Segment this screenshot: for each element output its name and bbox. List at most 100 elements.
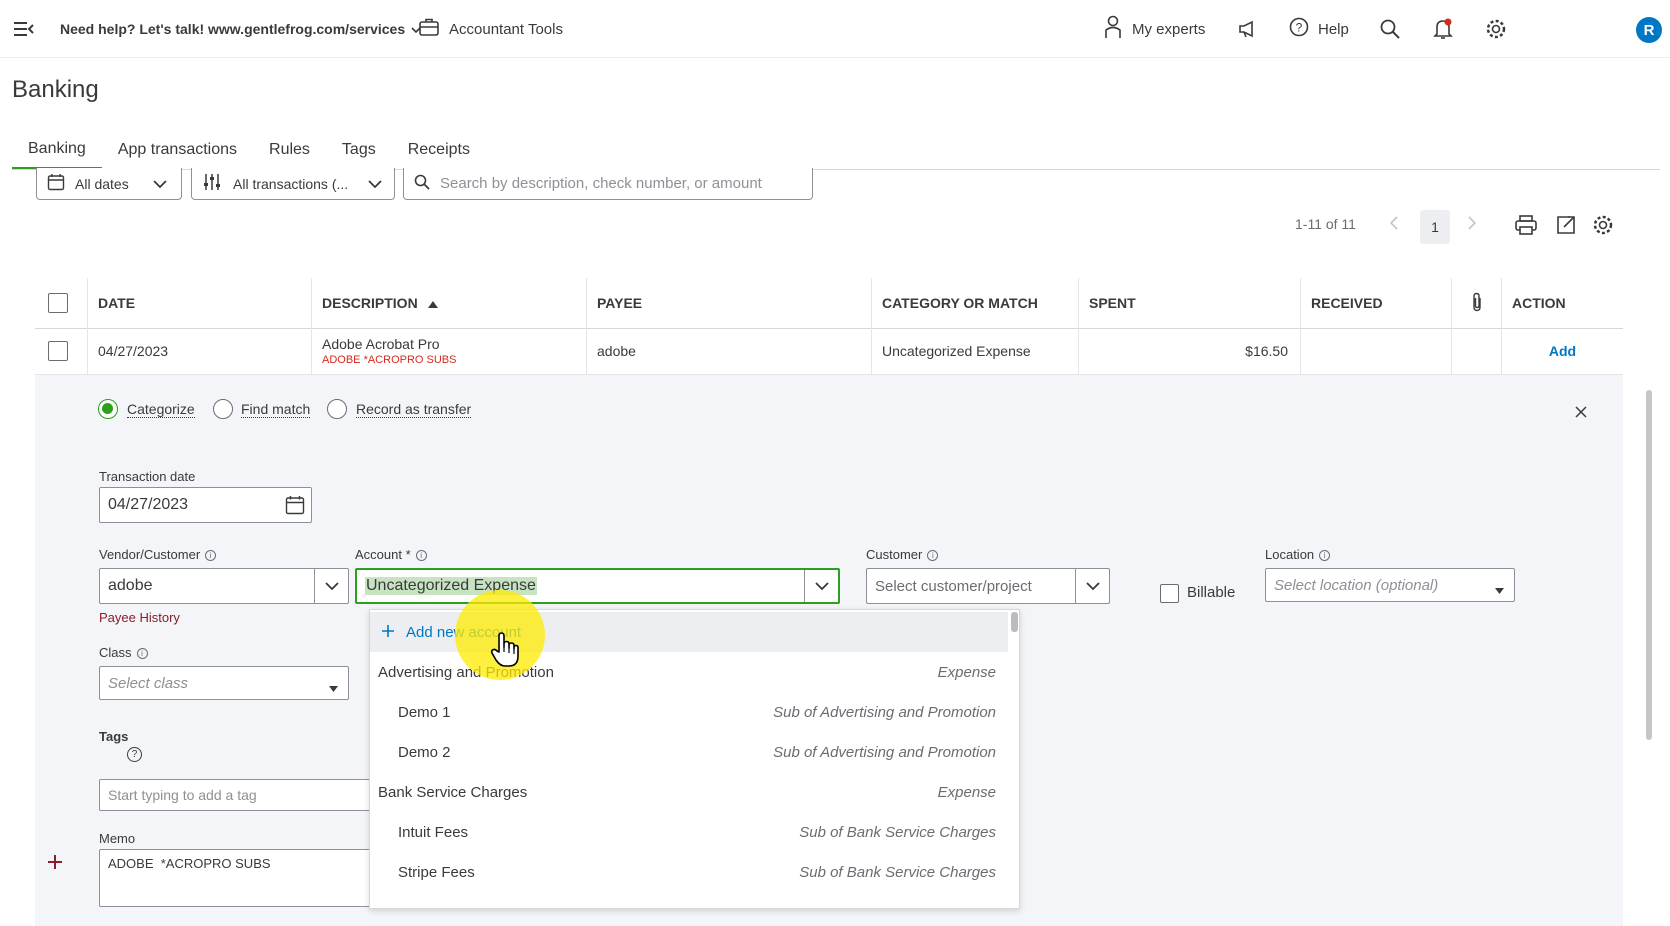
select-all-checkbox[interactable]	[48, 293, 68, 313]
info-icon[interactable]: i	[927, 550, 939, 562]
record-as-transfer-label[interactable]: Record as transfer	[356, 401, 472, 418]
select-all-cell	[35, 278, 87, 328]
transaction-filter-dropdown[interactable]: All transactions (...	[191, 168, 395, 200]
location-select[interactable]: Select location (optional)	[1265, 568, 1515, 602]
next-page-icon[interactable]	[1468, 216, 1477, 235]
tags-input[interactable]: Start typing to add a tag	[99, 779, 409, 811]
record-as-transfer-radio[interactable]	[327, 399, 347, 419]
column-header-date[interactable]: DATE	[87, 278, 311, 328]
previous-page-icon[interactable]	[1389, 216, 1398, 235]
find-match-label[interactable]: Find match	[241, 401, 311, 418]
avatar[interactable]: R	[1636, 17, 1662, 43]
page-scrollbar-thumb[interactable]	[1646, 390, 1652, 740]
dropdown-scrollbar-thumb[interactable]	[1011, 612, 1018, 632]
account-option[interactable]: Demo 1 Sub of Advertising and Promotion	[370, 692, 1008, 732]
add-transaction-button[interactable]: Add	[1501, 328, 1623, 374]
table-settings-gear-icon[interactable]	[1592, 214, 1614, 241]
tab-app-transactions[interactable]: App transactions	[102, 130, 253, 170]
tags-placeholder: Start typing to add a tag	[108, 787, 257, 803]
class-label: Class i	[99, 645, 148, 660]
notifications-bell-icon[interactable]	[1433, 0, 1453, 58]
account-option-type: Sub of Advertising and Promotion	[773, 703, 996, 721]
billable-checkbox[interactable]	[1160, 584, 1179, 603]
paperclip-icon	[1471, 292, 1483, 315]
menu-collapse-icon[interactable]	[14, 0, 34, 58]
vendor-customer-label: Vendor/Customer i	[99, 547, 217, 562]
print-icon[interactable]	[1515, 215, 1537, 240]
transaction-date-input[interactable]: 04/27/2023	[99, 487, 312, 523]
tab-banking[interactable]: Banking	[12, 130, 102, 170]
account-option-type: Sub of Bank Service Charges	[799, 863, 996, 881]
close-icon[interactable]	[1575, 405, 1587, 423]
customer-combobox[interactable]: Select customer/project	[866, 568, 1110, 604]
settings-gear-icon[interactable]	[1485, 0, 1507, 58]
class-placeholder: Select class	[108, 674, 189, 692]
avatar-letter: R	[1643, 21, 1655, 39]
page-range: 1-11 of 11	[1295, 216, 1356, 232]
row-checkbox[interactable]	[48, 341, 68, 361]
column-header-category[interactable]: CATEGORY OR MATCH	[871, 278, 1078, 328]
class-label-text: Class	[99, 645, 132, 660]
add-attachment-plus-icon[interactable]	[48, 855, 62, 874]
help-button[interactable]: ? Help	[1289, 0, 1349, 58]
question-circle-icon: ?	[1289, 17, 1309, 41]
info-icon[interactable]: i	[205, 550, 217, 562]
page-number: 1	[1431, 219, 1439, 235]
info-icon[interactable]: i	[1319, 550, 1331, 562]
help-link[interactable]: Need help? Let's talk! www.gentlefrog.co…	[60, 0, 421, 58]
account-option[interactable]: Stripe Fees Sub of Bank Service Charges	[370, 852, 1008, 892]
date-filter-dropdown[interactable]: All dates	[36, 168, 182, 200]
megaphone-icon[interactable]	[1238, 0, 1258, 58]
calendar-icon[interactable]	[285, 495, 305, 520]
accountant-tools-label: Accountant Tools	[449, 20, 563, 38]
page-title: Banking	[12, 76, 99, 103]
class-select[interactable]: Select class	[99, 666, 349, 700]
help-link-text: Need help? Let's talk! www.gentlefrog.co…	[60, 21, 406, 37]
tab-tags[interactable]: Tags	[326, 130, 392, 170]
categorize-label[interactable]: Categorize	[127, 401, 195, 418]
tab-receipts[interactable]: Receipts	[392, 130, 486, 170]
account-option-type: Expense	[937, 663, 996, 681]
account-option[interactable]: Bank Service Charges Expense	[370, 772, 1008, 812]
page-number-button[interactable]: 1	[1420, 210, 1450, 244]
column-header-spent[interactable]: SPENT	[1078, 278, 1300, 328]
payee-history-link[interactable]: Payee History	[99, 610, 180, 625]
customer-dropdown-chevron-icon[interactable]	[1075, 569, 1109, 603]
accountant-tools-button[interactable]: Accountant Tools	[419, 0, 563, 58]
svg-text:?: ?	[1296, 21, 1303, 35]
location-label: Location i	[1265, 547, 1331, 562]
account-option-name: Bank Service Charges	[378, 783, 528, 801]
search-transactions-input[interactable]: Search by description, check number, or …	[403, 168, 813, 200]
column-header-payee[interactable]: PAYEE	[586, 278, 871, 328]
location-placeholder: Select location (optional)	[1274, 576, 1439, 594]
categorize-radio[interactable]	[98, 399, 118, 419]
briefcase-icon	[419, 18, 439, 40]
my-experts-button[interactable]: My experts	[1104, 0, 1205, 58]
caret-down-icon	[329, 679, 338, 697]
column-header-description[interactable]: DESCRIPTION	[311, 278, 586, 328]
column-header-received[interactable]: RECEIVED	[1300, 278, 1451, 328]
account-option[interactable]: Intuit Fees Sub of Bank Service Charges	[370, 812, 1008, 852]
info-icon[interactable]: i	[415, 550, 427, 562]
row-description: Adobe Acrobat Pro ADOBE *ACROPRO SUBS	[311, 328, 586, 374]
search-icon[interactable]	[1380, 0, 1400, 58]
customer-label: Customer i	[866, 547, 939, 562]
search-icon	[414, 174, 430, 193]
tags-help-icon[interactable]: ?	[127, 747, 142, 762]
info-icon[interactable]: i	[136, 648, 148, 660]
export-icon[interactable]	[1556, 215, 1576, 240]
transaction-date-value: 04/27/2023	[108, 496, 189, 513]
account-combobox[interactable]: Uncategorized Expense	[355, 568, 840, 604]
account-option[interactable]: Demo 2 Sub of Advertising and Promotion	[370, 732, 1008, 772]
vendor-dropdown-chevron-icon[interactable]	[314, 569, 348, 603]
account-dropdown-chevron-icon[interactable]	[804, 570, 838, 602]
row-payee: adobe	[586, 328, 871, 374]
tab-rules[interactable]: Rules	[253, 130, 326, 170]
vendor-customer-combobox[interactable]: adobe	[99, 568, 349, 604]
find-match-radio[interactable]	[213, 399, 233, 419]
memo-value: ADOBE *ACROPRO SUBS	[108, 856, 271, 871]
help-label: Help	[1318, 20, 1349, 38]
column-header-action: ACTION	[1501, 278, 1623, 328]
caret-down-icon	[1495, 581, 1504, 599]
my-experts-label: My experts	[1132, 20, 1206, 38]
